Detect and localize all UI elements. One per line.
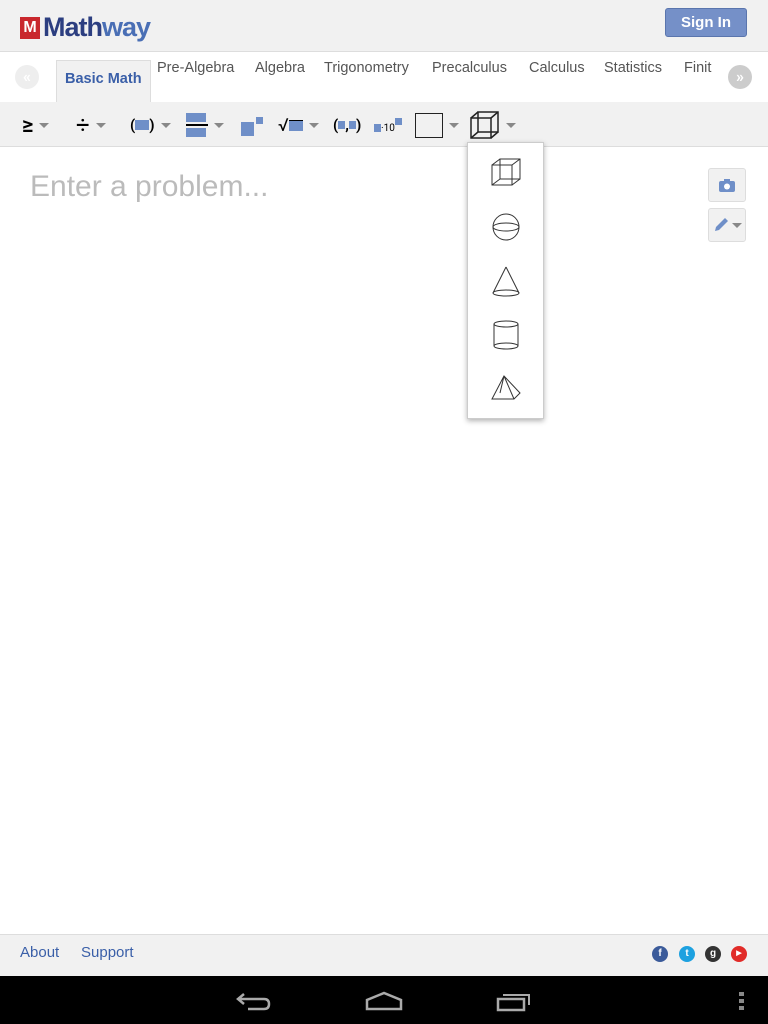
inequality-button[interactable]: ≥ bbox=[22, 112, 50, 138]
scroll-right-button[interactable]: » bbox=[728, 65, 752, 89]
pencil-button[interactable] bbox=[708, 208, 746, 242]
geometry-3d-dropdown bbox=[467, 142, 544, 419]
support-link[interactable]: Support bbox=[81, 944, 134, 961]
coordinate-button[interactable]: (,) bbox=[333, 112, 361, 138]
youtube-icon[interactable]: ▶ bbox=[731, 946, 747, 962]
fraction-button[interactable] bbox=[186, 112, 224, 138]
pyramid-icon[interactable] bbox=[488, 371, 524, 407]
pencil-icon bbox=[714, 218, 728, 231]
problem-input[interactable]: Enter a problem... bbox=[30, 170, 268, 204]
parentheses-button[interactable]: () bbox=[130, 112, 171, 138]
cone-icon[interactable] bbox=[488, 263, 524, 299]
camera-button[interactable] bbox=[708, 168, 746, 202]
cylinder-icon[interactable] bbox=[488, 317, 524, 353]
tab-statistics[interactable]: Statistics bbox=[596, 60, 670, 102]
tab-pre-algebra[interactable]: Pre-Algebra bbox=[149, 60, 242, 102]
tab-algebra[interactable]: Algebra bbox=[247, 60, 313, 102]
mathway-logo[interactable]: M Mathway bbox=[20, 12, 151, 43]
geometry-3d-button[interactable] bbox=[470, 111, 516, 139]
google-plus-icon[interactable]: g bbox=[705, 946, 721, 962]
scroll-left-button[interactable]: « bbox=[15, 65, 39, 89]
cube-icon bbox=[470, 111, 499, 139]
tab-finite[interactable]: Finit bbox=[676, 60, 719, 102]
tab-trigonometry[interactable]: Trigonometry bbox=[316, 60, 417, 102]
facebook-icon[interactable]: f bbox=[652, 946, 668, 962]
exponent-button[interactable] bbox=[241, 112, 263, 138]
about-link[interactable]: About bbox=[20, 944, 59, 961]
camera-icon bbox=[719, 178, 735, 192]
division-button[interactable]: ÷ bbox=[76, 111, 106, 139]
tab-calculus[interactable]: Calculus bbox=[521, 60, 593, 102]
sphere-icon[interactable] bbox=[488, 209, 524, 245]
home-icon[interactable] bbox=[364, 990, 404, 1012]
root-button[interactable]: √ bbox=[278, 112, 319, 138]
sign-in-button[interactable]: Sign In bbox=[665, 8, 747, 37]
recent-apps-icon[interactable] bbox=[496, 990, 532, 1012]
tab-precalculus[interactable]: Precalculus bbox=[424, 60, 515, 102]
menu-icon[interactable] bbox=[738, 991, 746, 1011]
twitter-icon[interactable]: t bbox=[679, 946, 695, 962]
matrix-button[interactable] bbox=[415, 112, 459, 138]
back-icon[interactable] bbox=[236, 990, 272, 1012]
scientific-notation-button[interactable]: ·10 bbox=[374, 112, 402, 138]
tab-basic-math[interactable]: Basic Math bbox=[56, 60, 151, 102]
cube-icon[interactable] bbox=[488, 155, 524, 191]
